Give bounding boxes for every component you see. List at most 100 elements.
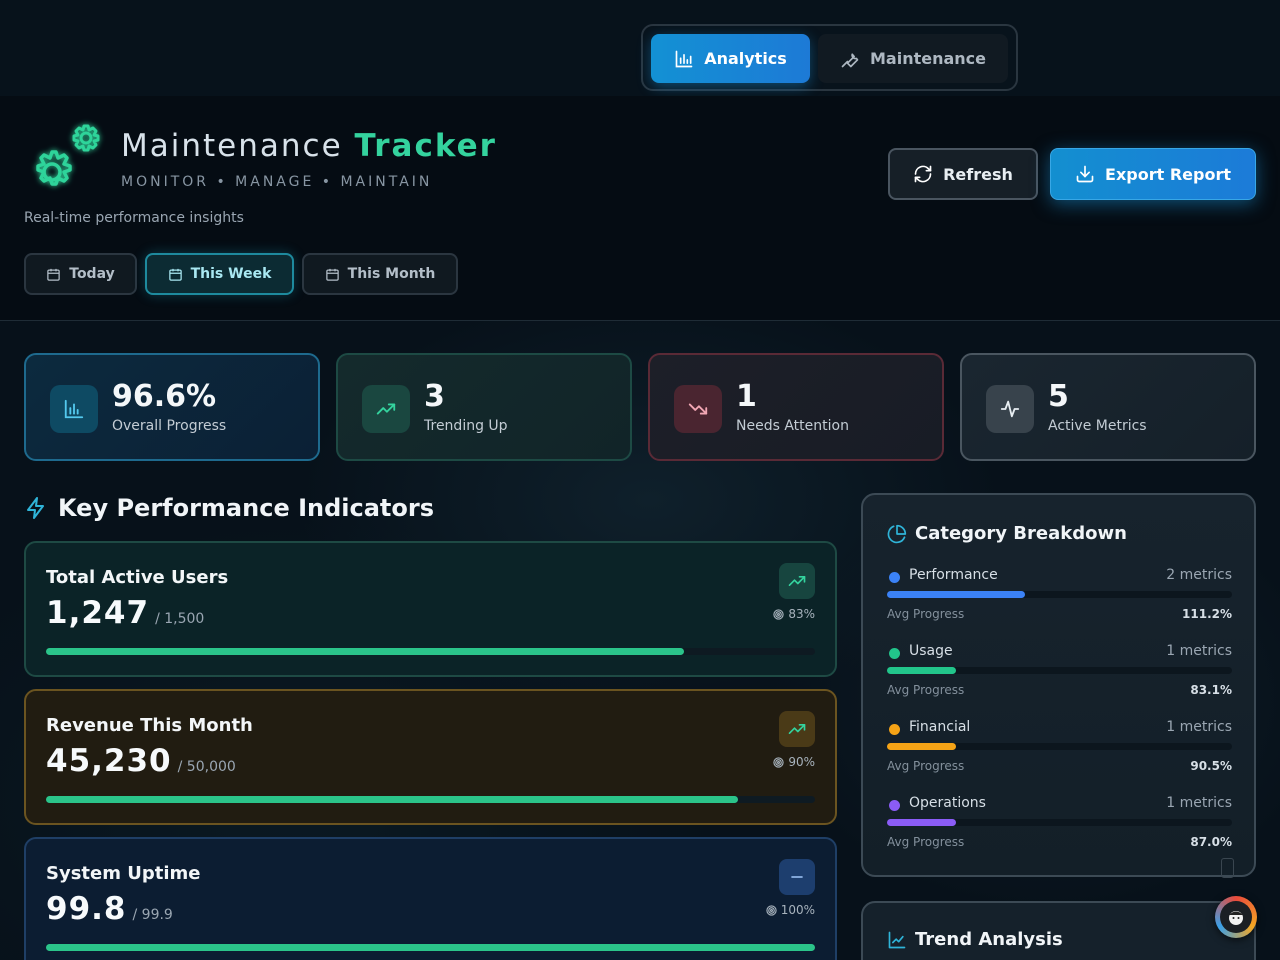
- category-name: Performance: [909, 567, 998, 583]
- activity-icon: [1000, 400, 1020, 418]
- kpi-percent-value: 83%: [788, 607, 815, 621]
- page-tagline: Real-time performance insights: [24, 210, 244, 226]
- kpi-value-number: 99.8: [46, 891, 127, 927]
- category-name: Financial: [909, 719, 971, 735]
- kpi-progress-bar: [46, 796, 815, 803]
- refresh-button[interactable]: Refresh: [888, 148, 1038, 200]
- category-progress-bar: [887, 819, 1232, 826]
- category-dot: [889, 648, 900, 659]
- tab-analytics[interactable]: Analytics: [651, 34, 810, 83]
- category-name: Operations: [909, 795, 986, 811]
- kpi-trend-badge: [779, 563, 815, 599]
- kpi-section-heading: Key Performance Indicators: [24, 494, 434, 522]
- calendar-icon: [168, 268, 182, 281]
- stat-value: 3: [424, 379, 445, 414]
- target-icon: [773, 608, 784, 620]
- stat-label: Active Metrics: [1048, 418, 1147, 434]
- category-dot: [889, 724, 900, 735]
- category-name: Usage: [909, 643, 953, 659]
- kpi-target: / 99.9: [132, 907, 173, 923]
- category-progress-fill: [887, 591, 1025, 598]
- kpi-card-total-active-users[interactable]: Total Active Users 1,247 / 1,500 83%: [24, 541, 837, 677]
- stat-icon-box: [362, 385, 410, 433]
- title-accent: Tracker: [354, 128, 497, 164]
- category-progress-bar: [887, 591, 1232, 598]
- category-avg-label: Avg Progress: [887, 607, 965, 621]
- stat-card-trending-up: 3 Trending Up: [336, 353, 632, 461]
- kpi-value: 99.8 / 99.9: [46, 891, 173, 927]
- refresh-label: Refresh: [943, 164, 1013, 184]
- trending-up-icon: [788, 576, 806, 586]
- tab-maintenance-label: Maintenance: [869, 49, 986, 68]
- kpi-title: Revenue This Month: [46, 715, 253, 736]
- bar-chart-icon: [64, 399, 84, 419]
- category-item-usage: Usage 1 metrics Avg Progress 83.1%: [887, 641, 1232, 707]
- stat-label: Needs Attention: [736, 418, 849, 434]
- kpi-trend-badge: [779, 711, 815, 747]
- line-chart-icon: [888, 931, 906, 948]
- kpi-percent: 83%: [773, 607, 815, 621]
- stat-value: 96.6%: [112, 379, 217, 414]
- kpi-progress-bar: [46, 944, 815, 951]
- category-avg-label: Avg Progress: [887, 759, 965, 773]
- category-progress-fill: [887, 819, 956, 826]
- page-subtitle: MONITOR • MANAGE • MAINTAIN: [121, 174, 433, 190]
- category-progress-bar: [887, 743, 1232, 750]
- kpi-card-revenue-this-month[interactable]: Revenue This Month 45,230 / 50,000 90%: [24, 689, 837, 825]
- stat-card-active-metrics: 5 Active Metrics: [960, 353, 1256, 461]
- page-title: Maintenance Tracker: [121, 128, 497, 164]
- period-today-button[interactable]: Today: [24, 253, 137, 295]
- stat-icon-box: [50, 385, 98, 433]
- category-progress-fill: [887, 667, 956, 674]
- kpi-progress-bar: [46, 648, 815, 655]
- lightning-icon: [27, 497, 44, 519]
- side-handle[interactable]: [1221, 858, 1234, 878]
- kpi-value: 45,230 / 50,000: [46, 743, 236, 779]
- view-switcher: Analytics Maintenance: [641, 24, 1018, 91]
- category-breakdown-panel: Category Breakdown Performance 2 metrics…: [861, 493, 1256, 877]
- tab-maintenance[interactable]: Maintenance: [818, 34, 1008, 83]
- user-avatar[interactable]: [1215, 896, 1257, 938]
- category-heading-text: Category Breakdown: [915, 523, 1127, 544]
- kpi-card-system-uptime[interactable]: System Uptime 99.8 / 99.9 100%: [24, 837, 837, 960]
- category-avg-value: 111.2%: [1182, 607, 1232, 621]
- kpi-trend-badge: [779, 859, 815, 895]
- period-this-week-label: This Week: [190, 266, 272, 282]
- category-item-operations: Operations 1 metrics Avg Progress 87.0%: [887, 793, 1232, 859]
- category-breakdown-heading: Category Breakdown: [887, 523, 1127, 544]
- kpi-percent-value: 90%: [788, 755, 815, 769]
- trend-analysis-heading: Trend Analysis: [887, 929, 1063, 950]
- category-avg-value: 87.0%: [1190, 835, 1232, 849]
- category-avg-value: 83.1%: [1190, 683, 1232, 697]
- export-report-button[interactable]: Export Report: [1050, 148, 1256, 200]
- kpi-progress-fill: [46, 648, 685, 655]
- refresh-icon: [914, 165, 932, 183]
- stat-label: Trending Up: [424, 418, 508, 434]
- tab-analytics-label: Analytics: [704, 49, 787, 68]
- export-label: Export Report: [1105, 164, 1231, 184]
- stat-card-overall-progress: 96.6% Overall Progress: [24, 353, 320, 461]
- category-count: 1 metrics: [1166, 795, 1232, 811]
- gears-logo-icon: [36, 124, 100, 186]
- calendar-icon: [47, 268, 60, 281]
- kpi-percent: 100%: [766, 903, 815, 917]
- category-avg-value: 90.5%: [1190, 759, 1232, 773]
- download-icon: [1076, 165, 1094, 183]
- category-dot: [889, 800, 900, 811]
- period-today-label: Today: [69, 266, 115, 282]
- period-this-month-label: This Month: [347, 266, 436, 282]
- stat-value: 5: [1048, 379, 1069, 414]
- category-item-performance: Performance 2 metrics Avg Progress 111.2…: [887, 565, 1232, 631]
- period-this-week-button[interactable]: This Week: [145, 253, 294, 295]
- trending-up-icon: [376, 403, 396, 415]
- trending-up-icon: [788, 724, 806, 734]
- trending-down-icon: [688, 403, 708, 415]
- target-icon: [766, 904, 777, 916]
- kpi-target: / 1,500: [155, 611, 205, 627]
- trend-analysis-panel: Trend Analysis: [861, 901, 1256, 960]
- user-avatar-icon: [1229, 911, 1243, 925]
- period-this-month-button[interactable]: This Month: [302, 253, 458, 295]
- top-bar: Analytics Maintenance: [0, 0, 1280, 96]
- kpi-percent-value: 100%: [780, 903, 815, 917]
- category-count: 1 metrics: [1166, 643, 1232, 659]
